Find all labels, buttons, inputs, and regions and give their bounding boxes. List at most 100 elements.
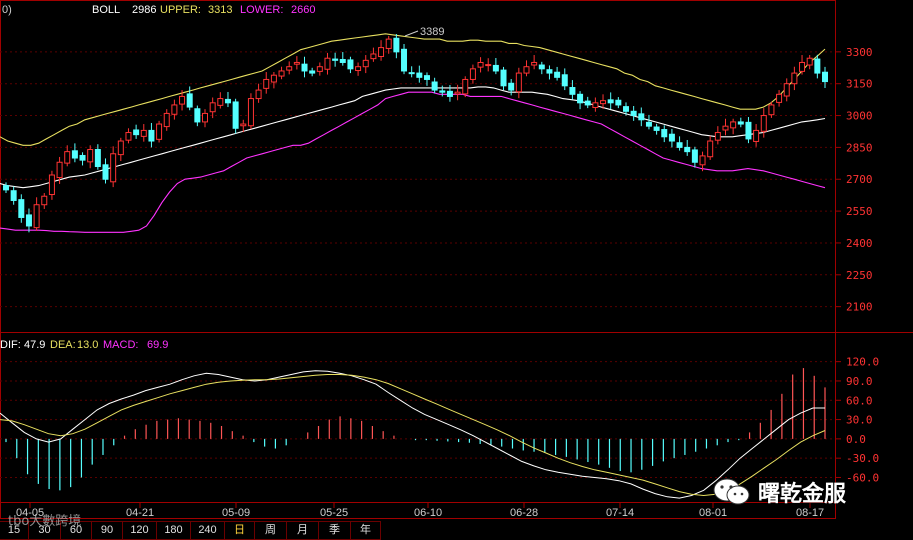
boll-mid-line	[0, 86, 826, 189]
candle-body	[324, 57, 331, 70]
candle-body	[355, 66, 362, 72]
candle-body	[439, 90, 446, 93]
candle-body	[776, 93, 783, 103]
y-tick-label: 0.0	[846, 433, 866, 446]
tab-5[interactable]: 180	[157, 521, 191, 540]
candle-body	[385, 38, 392, 49]
upper-grid	[0, 51, 835, 308]
candle-body	[140, 129, 147, 137]
tab-8[interactable]: 周	[255, 521, 287, 540]
candle-body	[133, 129, 140, 136]
candle-body	[538, 64, 545, 70]
candle-body	[309, 70, 316, 74]
lower-y-axis: -60.0 -30.0 0.0 30.0 60.0 90.0 120.0	[835, 356, 879, 484]
chart-canvas[interactable]: 2100 2250 2400 2550 2700 2850 3000 3150 3300 -60…	[0, 0, 913, 540]
y-tick-label: 3000	[846, 110, 873, 123]
candle-body	[768, 104, 775, 116]
boll-lower-label: LOWER:	[240, 4, 283, 16]
candle-body	[569, 87, 576, 95]
candle-body	[3, 185, 9, 191]
candle-body	[194, 108, 201, 123]
candle-body	[462, 78, 469, 95]
candle-body	[760, 115, 767, 132]
candle-body	[332, 58, 339, 61]
y-tick-label: 60.0	[846, 394, 873, 407]
wechat-icon	[713, 478, 750, 505]
candle-body	[202, 112, 209, 123]
candle-body	[87, 149, 94, 163]
y-tick-label: 2250	[846, 269, 873, 282]
candle-body	[615, 99, 622, 106]
upper-y-axis: 2100 2250 2400 2550 2700 2850 3000 3150 3300	[835, 46, 873, 314]
peak-annotation-line	[404, 30, 419, 37]
dif-value: 47.9	[24, 339, 45, 351]
x-tick-label: 05-25	[320, 507, 348, 519]
candle-body	[699, 155, 706, 166]
candle-body	[508, 82, 515, 91]
candle-body	[171, 104, 178, 115]
candle-body	[722, 125, 729, 131]
candle-body	[339, 58, 346, 63]
candle-body	[523, 66, 530, 74]
candle-body	[370, 53, 377, 60]
candle-body	[492, 64, 499, 72]
peak-annotation: 3389	[420, 26, 444, 38]
candle-body	[41, 195, 48, 206]
candle-body	[79, 154, 86, 161]
candle-body	[278, 70, 285, 77]
candle-body	[148, 129, 155, 142]
candle-body	[423, 75, 430, 80]
candle-body	[469, 68, 476, 80]
candle-body	[630, 110, 637, 117]
candlesticks	[3, 34, 828, 233]
candle-body	[347, 59, 354, 70]
candle-body	[224, 98, 231, 104]
candle-body	[71, 150, 78, 159]
candle-body	[477, 61, 484, 68]
y-tick-label: 90.0	[846, 375, 873, 388]
y-tick-label: 3150	[846, 78, 873, 91]
x-tick-label: 07-14	[606, 507, 634, 519]
candle-body	[102, 164, 109, 180]
candle-body	[378, 47, 385, 58]
candle-body	[33, 204, 40, 229]
candle-body	[431, 81, 438, 91]
candle-body	[577, 93, 584, 104]
tab-11[interactable]: 年	[351, 521, 381, 540]
candle-body	[737, 121, 744, 125]
bollinger-bands	[0, 33, 826, 233]
tab-10[interactable]: 季	[319, 521, 351, 540]
boll-upper-line	[0, 33, 826, 146]
candle-body	[791, 72, 798, 85]
boll-name: BOLL	[92, 4, 120, 16]
chart-frame	[0, 0, 836, 519]
x-tick-label: 05-09	[222, 507, 250, 519]
candle-body	[607, 99, 614, 104]
tab-7[interactable]: 日	[225, 521, 255, 540]
candle-body	[814, 58, 821, 74]
candle-body	[393, 37, 400, 53]
candle-body	[600, 100, 607, 105]
tab-3[interactable]: 90	[92, 521, 123, 540]
candle-body	[94, 149, 101, 168]
watermark-text: 曙乾金服	[758, 482, 847, 507]
macd-histogram	[5, 368, 826, 491]
candle-body	[668, 133, 675, 142]
watermark: 曙乾金服	[712, 476, 846, 508]
y-tick-label: -60.0	[846, 471, 879, 484]
x-axis: 04-05 04-21 05-09 05-25 06-10 06-28 07-14 08-01…	[16, 502, 824, 519]
candle-body	[179, 95, 186, 105]
tab-6[interactable]: 240	[191, 521, 225, 540]
candle-body	[163, 112, 170, 128]
candle-body	[638, 113, 645, 121]
tab-9[interactable]: 月	[287, 521, 319, 540]
candle-body	[653, 126, 660, 131]
candle-body	[240, 123, 247, 127]
tab-4[interactable]: 120	[123, 521, 157, 540]
boll-mid-value: 2986	[132, 4, 156, 16]
candle-body	[546, 69, 553, 74]
candle-body	[110, 153, 117, 183]
candle-body	[707, 140, 714, 158]
y-tick-label: -30.0	[846, 452, 879, 465]
candle-body	[446, 90, 453, 97]
